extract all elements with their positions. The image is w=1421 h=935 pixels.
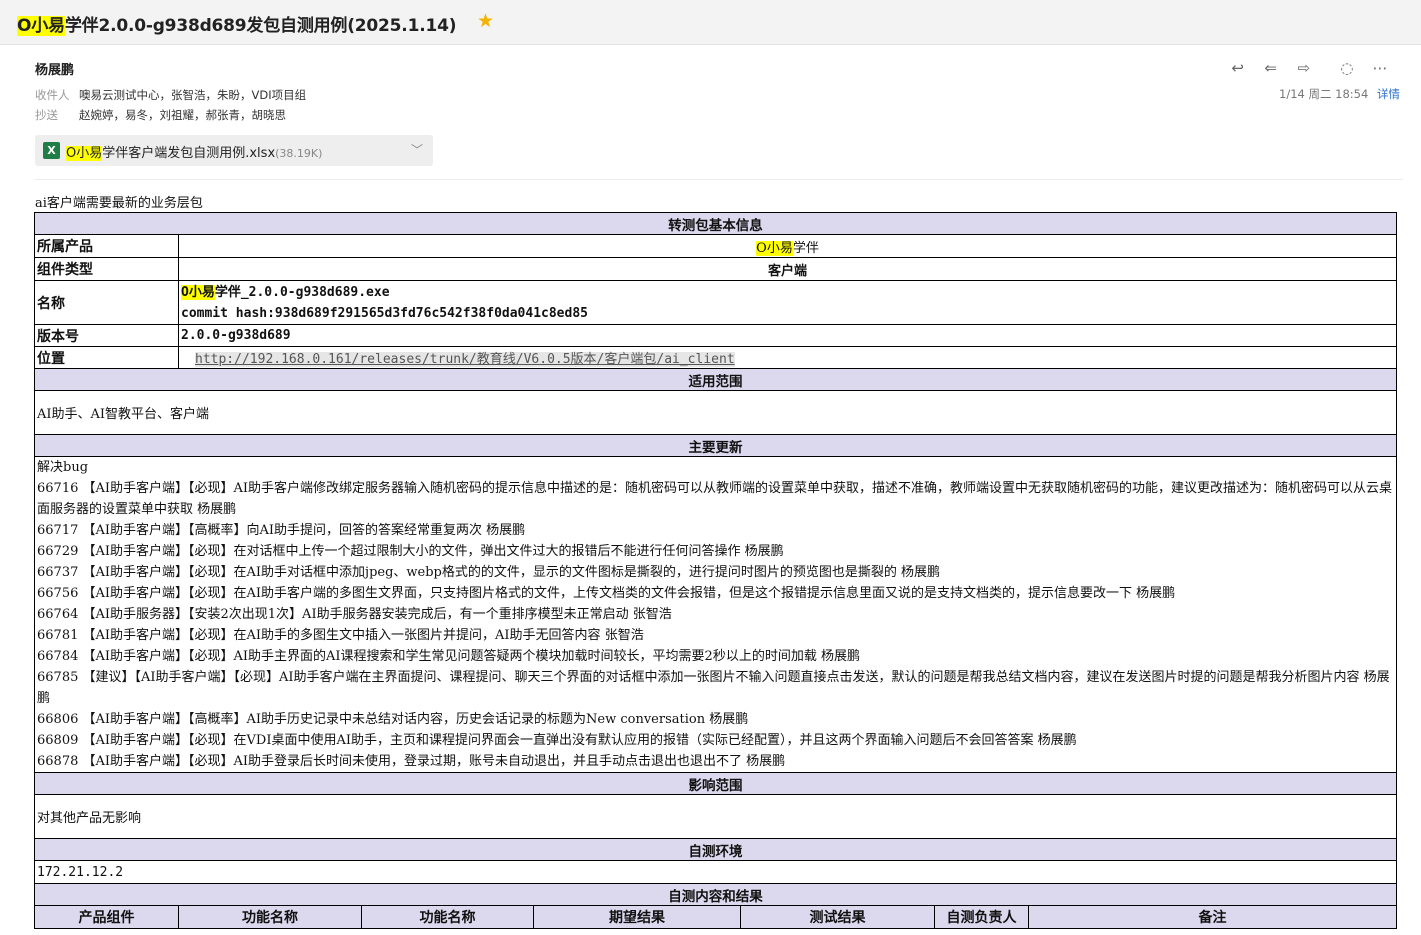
list-item: 66784 【AI助手客户端】【必现】AI助手主界面的AI课程搜索和学生常见问题… [37, 649, 860, 664]
col-header: 备注 [1028, 905, 1397, 929]
divider [35, 179, 1403, 180]
version-label: 版本号 [34, 324, 179, 347]
list-item: 66781 【AI助手客户端】【必现】在AI助手的多图生文中插入一张图片并提问，… [37, 628, 644, 643]
more-icon[interactable]: ⋯ [1371, 59, 1389, 77]
sent-time: 1/14 周二 18:54 [1279, 87, 1369, 101]
list-item: 解决bug [37, 460, 89, 475]
attachment-card[interactable]: X O小易学伴客户端发包自测用例.xlsx(38.19K) ﹀ [35, 135, 433, 166]
sender-name[interactable]: 杨展鹏 [35, 59, 74, 78]
list-item: 66756 【AI助手客户端】【必现】在AI助手客户端的多图生文界面，只支持图片… [37, 586, 1176, 601]
commit-hash: commit hash:938d689f291565d3fd76c542f38f… [181, 305, 588, 321]
list-item: 66878 【AI助手客户端】【必现】AI助手登录后长时间未使用，登录过期，账号… [37, 754, 786, 769]
section-basic-info: 转测包基本信息 [34, 212, 1397, 235]
name-label: 名称 [34, 280, 179, 325]
attachment-size: (38.19K) [275, 147, 323, 160]
col-header: 测试结果 [740, 905, 935, 929]
section-impact: 影响范围 [34, 772, 1397, 795]
details-link[interactable]: 详情 [1377, 86, 1400, 102]
list-item: 66729 【AI助手客户端】【必现】在对话框中上传一个超过限制大小的文件，弹出… [37, 544, 784, 559]
list-item: 66806 【AI助手客户端】【高概率】AI助手历史记录中未总结对话内容，历史会… [37, 712, 749, 727]
section-updates: 主要更新 [34, 434, 1397, 457]
section-scope: 适用范围 [34, 368, 1397, 391]
name-value: O小易学伴_2.0.0-g938d689.exe commit hash:938d… [178, 280, 1397, 325]
list-item: 66785 【建议】【AI助手客户端】【必现】AI助手客户端在主界面提问、课程提… [37, 670, 1390, 706]
impact-value: 对其他产品无影响 [34, 794, 1397, 839]
section-env: 自测环境 [34, 838, 1397, 861]
updates-list: 解决bug 66716 【AI助手客户端】【必现】AI助手客户端修改绑定服务器输… [34, 456, 1397, 773]
release-info-table: 转测包基本信息 所属产品 O小易学伴 组件类型 客户端 名称 O小易学伴_2.0… [34, 212, 1397, 929]
excel-icon: X [43, 142, 60, 159]
version-value: 2.0.0-g938d689 [178, 324, 1397, 347]
list-item: 66764 【AI助手服务器】【安装2次出现1次】AI助手服务器安装完成后，有一… [37, 607, 672, 622]
star-icon[interactable]: ★ [477, 11, 494, 31]
list-item: 66716 【AI助手客户端】【必现】AI助手客户端修改绑定服务器输入随机密码的… [37, 481, 1393, 517]
location-cell: http://192.168.0.161/releases/trunk/教育线/… [178, 346, 1397, 369]
col-header: 自测负责人 [934, 905, 1029, 929]
env-value: 172.21.12.2 [34, 860, 1397, 884]
product-value: O小易学伴 [178, 234, 1397, 258]
col-header: 产品组件 [34, 905, 179, 929]
cc-recipients[interactable]: 赵婉婷，易冬，刘祖耀，郝张青，胡晓思 [79, 107, 286, 123]
forward-icon[interactable]: ⇨ [1295, 59, 1313, 77]
to-label: 收件人 [35, 88, 70, 102]
type-label: 组件类型 [34, 257, 179, 281]
to-recipients[interactable]: 噢易云测试中心，张智浩，朱盼，VDI项目组 [79, 87, 306, 103]
list-item: 66717 【AI助手客户端】【高概率】向AI助手提问，回答的答案经常重复两次 … [37, 523, 526, 538]
col-header: 功能名称 [178, 905, 362, 929]
email-subject: O小易学伴2.0.0-g938d689发包自测用例(2025.1.14) [17, 16, 457, 36]
type-value: 客户端 [178, 257, 1397, 281]
section-results: 自测内容和结果 [34, 883, 1397, 906]
chevron-down-icon[interactable]: ﹀ [411, 141, 423, 158]
reply-all-icon[interactable]: ⇐ [1262, 59, 1280, 77]
location-link[interactable]: http://192.168.0.161/releases/trunk/教育线/… [195, 352, 735, 367]
list-item: 66737 【AI助手客户端】【必现】在AI助手对话框中添加jpeg、webp格… [37, 565, 940, 580]
subject-bar: O小易学伴2.0.0-g938d689发包自测用例(2025.1.14) ★ [0, 0, 1421, 45]
location-label: 位置 [34, 346, 179, 369]
cc-label: 抄送 [35, 108, 58, 122]
col-header: 功能名称 [361, 905, 534, 929]
reply-icon[interactable]: ↩ [1229, 59, 1247, 77]
scope-value: AI助手、AI智教平台、客户端 [34, 390, 1397, 435]
col-header: 期望结果 [533, 905, 741, 929]
mail-actions: ↩ ⇐ ⇨ ◌ ⋯ [1219, 58, 1389, 77]
intro-text: ai客户端需要最新的业务层包 [35, 196, 203, 211]
list-item: 66809 【AI助手客户端】【必现】在VDI桌面中使用AI助手，主页和课程提问… [37, 733, 1077, 748]
product-label: 所属产品 [34, 234, 179, 258]
comment-icon[interactable]: ◌ [1338, 59, 1356, 77]
attachment-name: O小易学伴客户端发包自测用例.xlsx(38.19K) [66, 146, 323, 161]
